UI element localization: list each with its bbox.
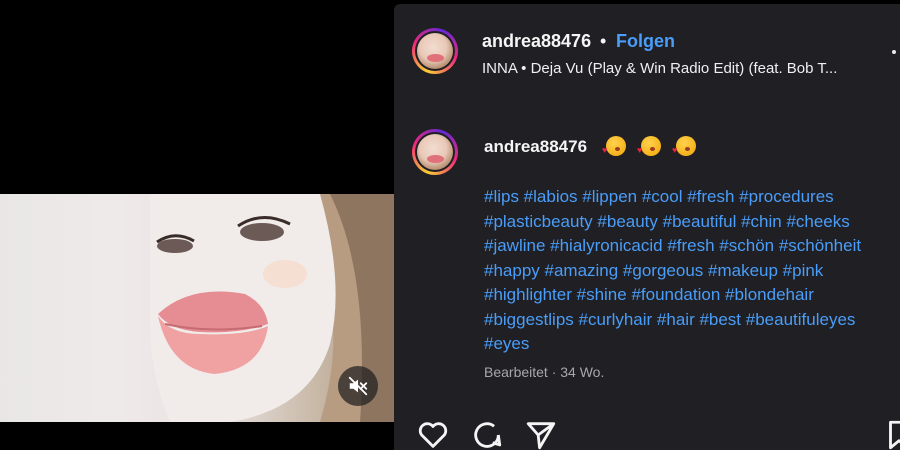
- hashtag-line[interactable]: #plasticbeauty #beauty #beautiful #chin …: [484, 210, 900, 235]
- hashtag-line[interactable]: #happy #amazing #gorgeous #makeup #pink: [484, 259, 900, 284]
- follow-button[interactable]: Folgen: [616, 31, 675, 52]
- kissing-face-emoji-icon: [672, 136, 697, 157]
- paper-plane-icon[interactable]: [524, 418, 558, 450]
- avatar-photo: [417, 134, 453, 170]
- hashtag-line[interactable]: #highlighter #shine #foundation #blondeh…: [484, 283, 900, 308]
- media-area: [0, 0, 394, 450]
- caption-hashtags[interactable]: #lips #labios #lippen #cool #fresh #proc…: [484, 185, 900, 357]
- hashtag-line[interactable]: #biggestlips #curlyhair #hair #best #bea…: [484, 308, 900, 333]
- caption-username[interactable]: andrea88476: [484, 137, 587, 157]
- bookmark-icon[interactable]: [882, 418, 900, 450]
- more-options-icon[interactable]: [892, 50, 896, 54]
- hashtag-line[interactable]: #eyes: [484, 332, 900, 357]
- caption-emojis: [602, 135, 702, 157]
- post-video[interactable]: [0, 194, 394, 422]
- header-separator: •: [600, 31, 607, 51]
- edited-timestamp: Bearbeitet · 34 Wo.: [484, 364, 605, 380]
- hashtag-line[interactable]: #jawline #hialyronicacid #fresh #schön #…: [484, 234, 900, 259]
- avatar-photo: [417, 33, 453, 69]
- author-username[interactable]: andrea88476: [482, 31, 591, 52]
- hashtag-line[interactable]: #lips #labios #lippen #cool #fresh #proc…: [484, 185, 900, 210]
- avatar-ring-inner: [415, 31, 455, 71]
- kissing-face-emoji-icon: [602, 136, 626, 157]
- author-avatar[interactable]: [412, 28, 458, 74]
- post-details-panel: andrea88476 • Folgen INNA • Deja Vu (Pla…: [394, 4, 900, 450]
- audio-track-link[interactable]: INNA • Deja Vu (Play & Win Radio Edit) (…: [482, 60, 878, 77]
- comment-icon[interactable]: [470, 418, 504, 450]
- heart-icon[interactable]: [416, 418, 450, 450]
- caption-author-avatar[interactable]: [412, 129, 458, 175]
- video-still: [150, 194, 394, 422]
- avatar-ring-inner: [415, 132, 455, 172]
- mute-button[interactable]: [338, 366, 378, 406]
- muted-speaker-icon: [348, 376, 368, 396]
- kissing-face-emoji-icon: [637, 136, 662, 157]
